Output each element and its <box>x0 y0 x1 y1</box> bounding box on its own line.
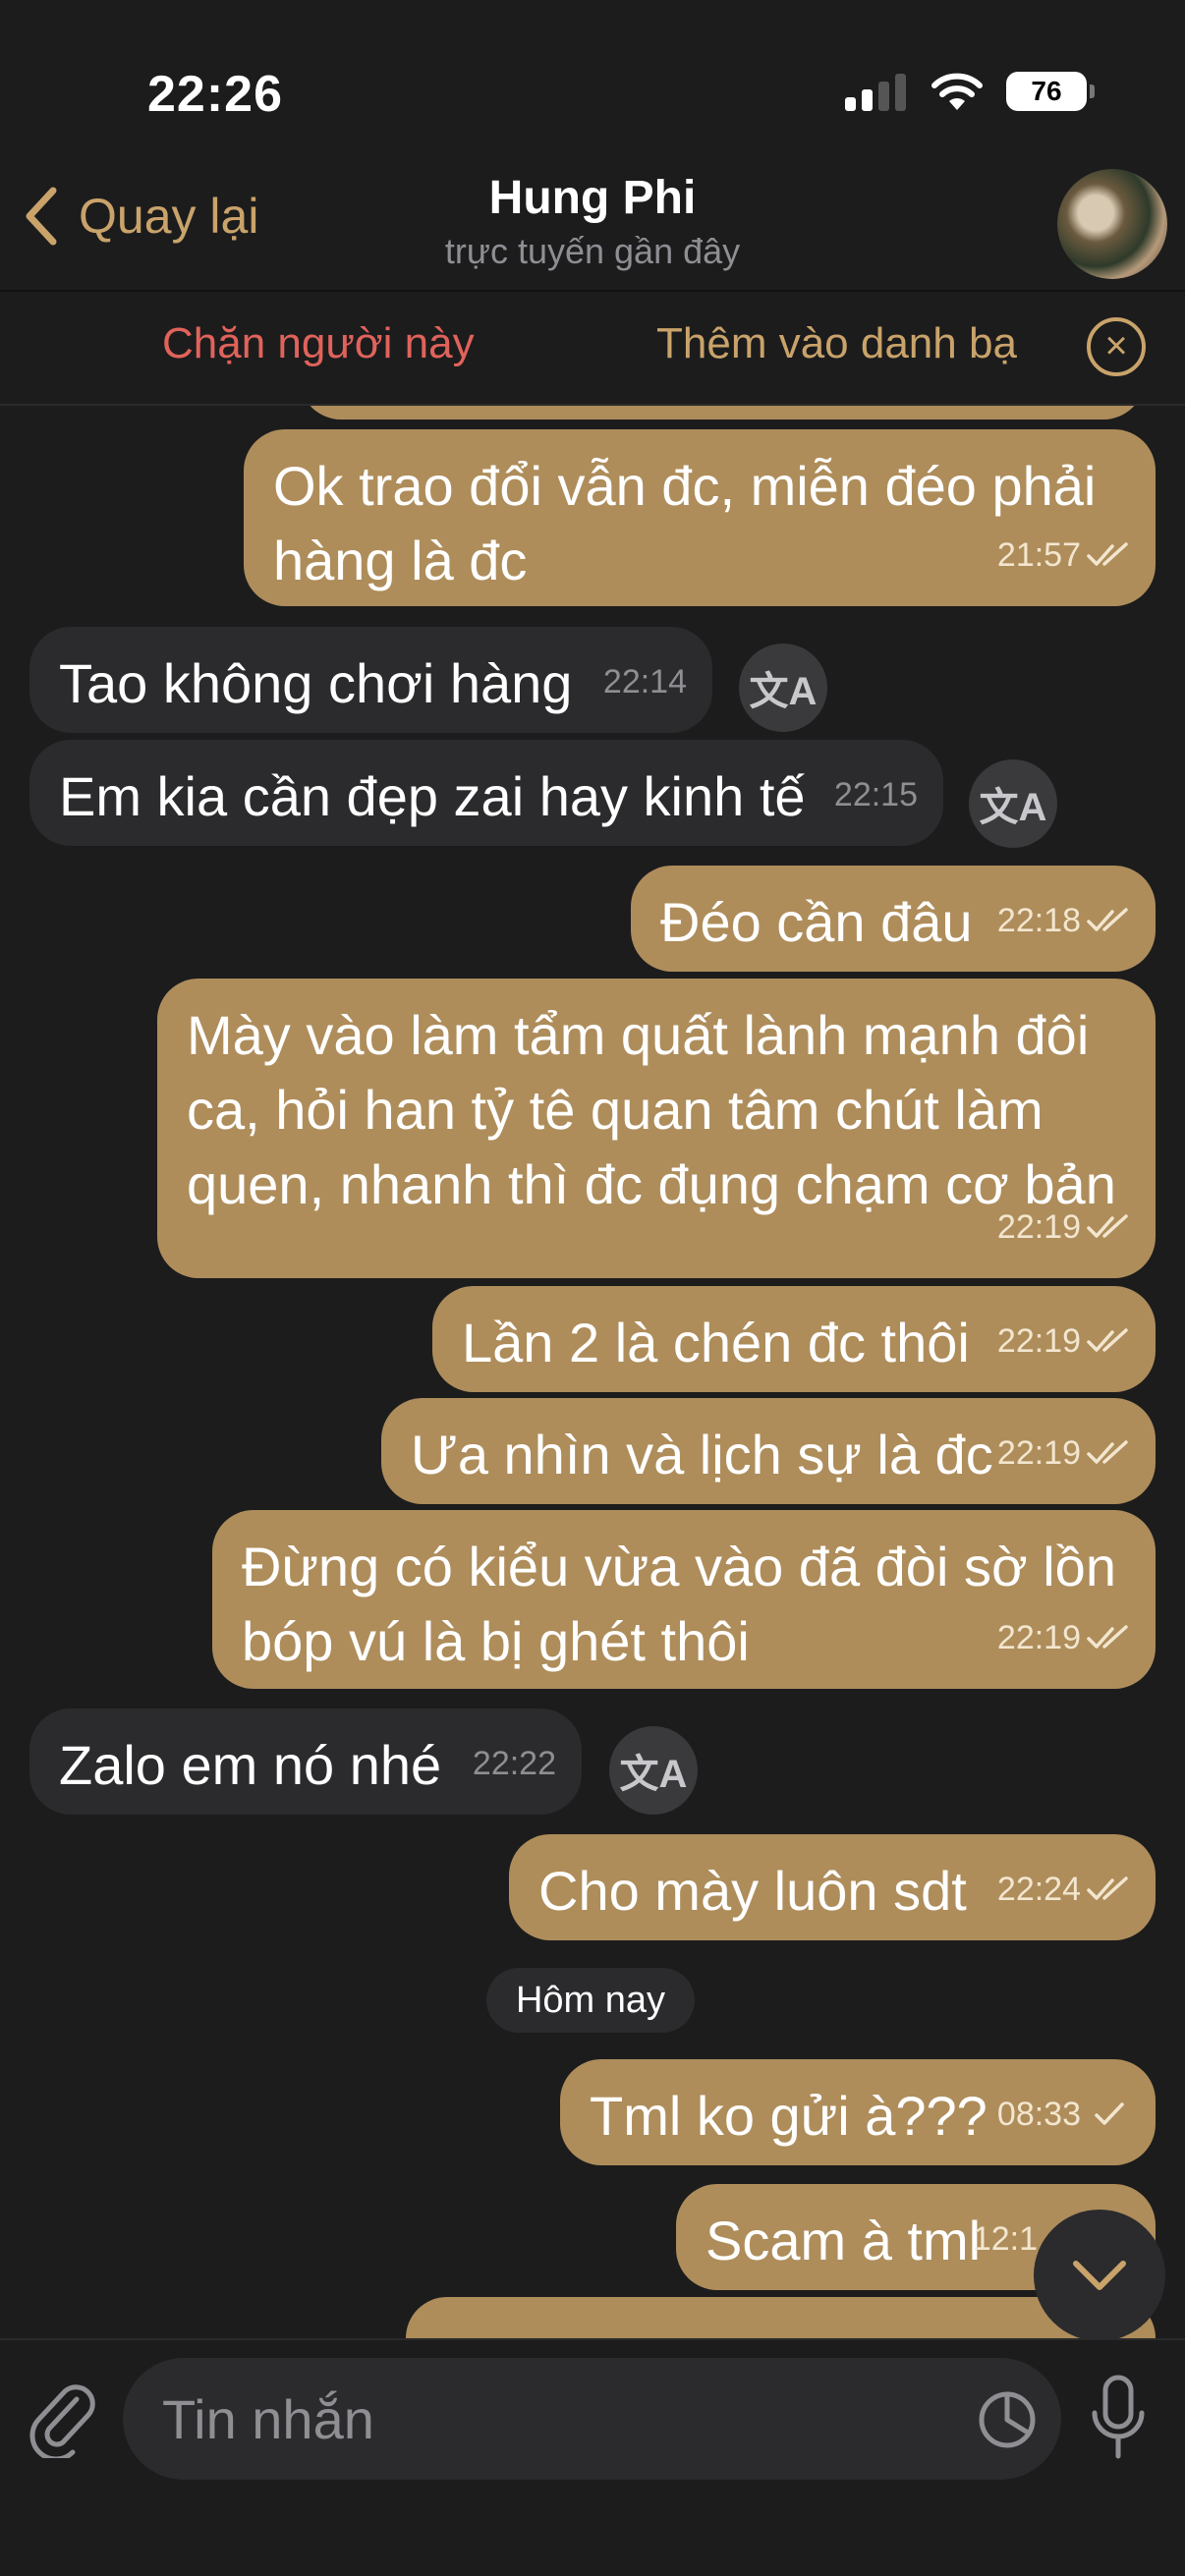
back-chevron-icon <box>26 187 57 246</box>
message-text: Zalo em nó nhé <box>59 1734 442 1796</box>
translate-icon[interactable]: 文A <box>609 1726 698 1815</box>
message-bubble[interactable]: Cho mày luôn sdt 22:24 <box>509 1834 1156 1940</box>
message-bubble[interactable]: Zalo em nó nhé 22:22 <box>29 1708 582 1815</box>
message-text: Tml ko gửi à??? <box>590 2085 988 2147</box>
message-meta: 22:19 <box>997 1190 1130 1264</box>
status-icons: 76 <box>845 71 1095 112</box>
message-text: Đéo cần đâu <box>660 891 973 953</box>
back-button[interactable]: Quay lại <box>22 185 258 248</box>
translate-icon[interactable]: 文A <box>739 644 827 732</box>
close-circle-icon[interactable]: × <box>1087 317 1146 376</box>
double-check-icon <box>1087 1876 1128 1900</box>
input-bar <box>0 2338 1185 2576</box>
message-meta: 22:18 <box>997 883 1130 958</box>
double-check-icon <box>1087 1214 1128 1238</box>
message-list[interactable]: Ok trao đổi vẫn đc, miễn đéo phải hàng l… <box>0 406 1185 2338</box>
block-user-button[interactable]: Chặn người này <box>162 319 475 368</box>
message-bubble[interactable]: Tao không chơi hàng 22:14 <box>29 627 712 733</box>
message-meta: 22:19 <box>997 1416 1130 1490</box>
message-meta: 22:15 <box>834 757 918 832</box>
message-text: Cho mày luôn sdt <box>538 1860 967 1922</box>
message-field <box>123 2358 1061 2480</box>
single-check-icon <box>1095 2102 1124 2125</box>
message-meta: 22:14 <box>603 644 687 719</box>
add-contact-button[interactable]: Thêm vào danh bạ <box>656 319 1017 368</box>
message-bubble[interactable]: Em kia cần đẹp zai hay kinh tế 22:15 <box>29 740 943 846</box>
message-time: 22:19 <box>996 1208 1081 1246</box>
scroll-down-button[interactable] <box>1034 2210 1165 2338</box>
message-time: 21:57 <box>996 536 1081 574</box>
message-time: 22:14 <box>602 663 687 700</box>
action-bar: Chặn người này Thêm vào danh bạ × <box>0 290 1185 406</box>
double-check-icon <box>1087 1440 1128 1464</box>
message-text: Ưa nhìn và lịch sự là đc <box>411 1424 993 1485</box>
double-check-icon <box>1087 908 1128 931</box>
message-text: Lần 2 là chén đc thôi <box>462 1312 970 1373</box>
message-bubble[interactable]: Đéo cần đâu 22:18 <box>631 866 1156 972</box>
message-text: Scam à tml <box>705 2210 982 2271</box>
double-check-icon <box>1087 542 1128 566</box>
message-text: Ok trao đổi vẫn đc, miễn đéo phải hàng l… <box>273 455 1097 591</box>
message-meta: 12:1 <box>973 2202 1038 2276</box>
message-bubble[interactable]: Ưa nhìn và lịch sự là đc 22:19 <box>381 1398 1156 1504</box>
message-meta: 21:57 <box>997 518 1130 592</box>
status-time: 22:26 <box>147 66 283 123</box>
message-meta: 22:22 <box>473 1726 556 1801</box>
message-time: 22:24 <box>996 1871 1081 1908</box>
message-bubble[interactable]: Tml ko gửi à??? 08:33 <box>560 2059 1156 2165</box>
message-input[interactable] <box>162 2358 968 2480</box>
message-time: 22:19 <box>996 1434 1081 1472</box>
message-text: Em kia cần đẹp zai hay kinh tế <box>59 765 806 827</box>
message-time: 22:18 <box>996 902 1081 939</box>
message-bubble-partial[interactable] <box>300 406 1145 420</box>
avatar[interactable] <box>1057 169 1167 279</box>
scroll-down-icon <box>1073 2261 1126 2290</box>
message-time: 22:22 <box>472 1745 556 1782</box>
double-check-icon <box>1087 1328 1128 1352</box>
double-check-icon <box>1087 1625 1128 1649</box>
sticker-icon[interactable] <box>977 2389 1038 2450</box>
chat-header: Quay lại Hung Phi trực tuyến gần đây <box>0 157 1185 290</box>
message-time: 22:15 <box>833 776 918 813</box>
message-time: 22:19 <box>996 1322 1081 1360</box>
battery-icon: 76 <box>1006 72 1095 111</box>
message-time: 12:1 <box>972 2220 1038 2258</box>
message-bubble[interactable]: Mày vào làm tẩm quất lành mạnh đôi ca, h… <box>157 979 1156 1278</box>
microphone-icon[interactable] <box>1089 2374 1148 2462</box>
message-meta: 08:33 <box>997 2077 1130 2152</box>
message-time: 22:19 <box>996 1619 1081 1656</box>
message-text: Đừng có kiểu vừa vào đã đòi sờ lồn bóp v… <box>242 1536 1116 1672</box>
message-time: 08:33 <box>996 2096 1081 2133</box>
translate-icon[interactable]: 文A <box>969 759 1057 848</box>
message-bubble[interactable]: Lần 2 là chén đc thôi 22:19 <box>432 1286 1156 1392</box>
message-text: Tao không chơi hàng <box>59 652 573 714</box>
message-meta: 22:19 <box>997 1600 1130 1675</box>
status-bar: 22:26 76 <box>0 0 1185 157</box>
back-label: Quay lại <box>79 189 259 244</box>
message-meta: 22:19 <box>997 1304 1130 1378</box>
message-text: Mày vào làm tẩm quất lành mạnh đôi ca, h… <box>187 1004 1116 1215</box>
wifi-icon <box>931 73 983 110</box>
date-separator: Hôm nay <box>486 1968 695 2033</box>
message-bubble[interactable]: Đừng có kiểu vừa vào đã đòi sờ lồn bóp v… <box>212 1510 1156 1689</box>
signal-icon <box>845 74 906 111</box>
message-bubble[interactable]: Ok trao đổi vẫn đc, miễn đéo phải hàng l… <box>244 429 1156 606</box>
message-meta: 22:24 <box>997 1852 1130 1927</box>
paperclip-icon[interactable] <box>29 2380 98 2458</box>
chat-title[interactable]: Hung Phi <box>489 171 697 225</box>
